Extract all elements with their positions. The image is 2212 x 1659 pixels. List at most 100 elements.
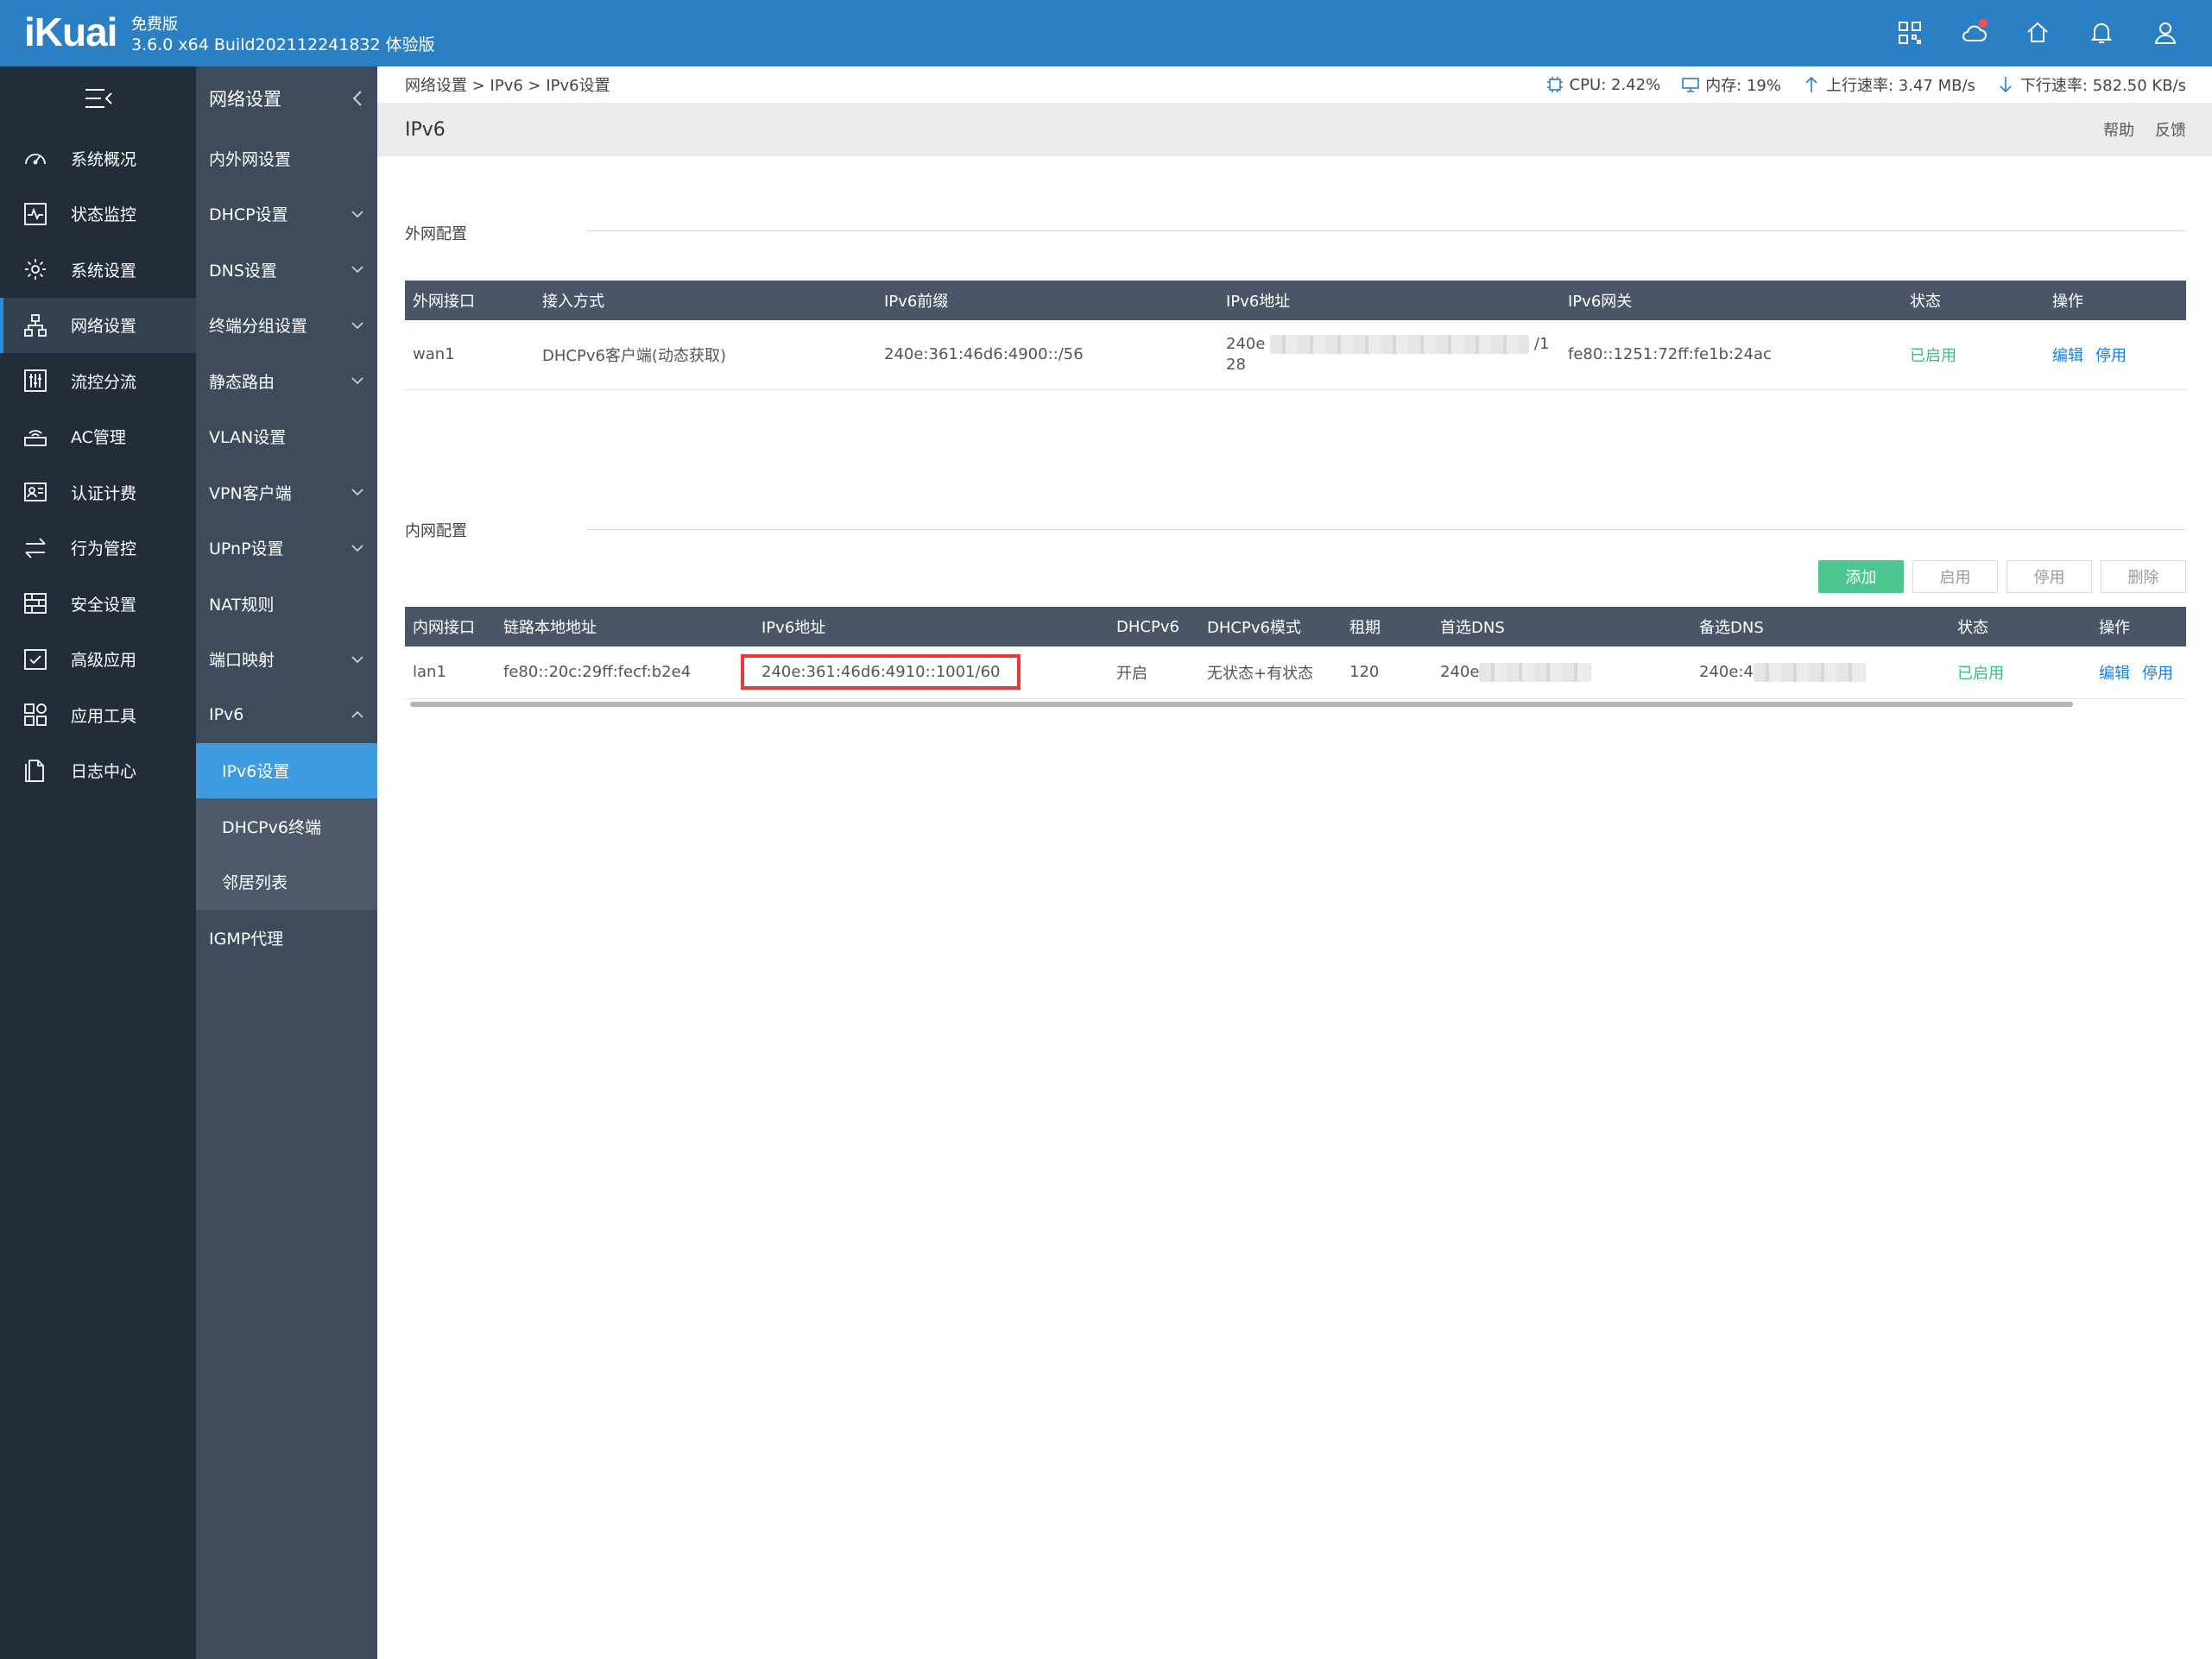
lan-col-dhcpv6: DHCPv6 xyxy=(1116,617,1179,636)
wan-addr-cell: 240e /1 28 xyxy=(1218,320,1560,390)
cpu-stat: CPU: 2.42% xyxy=(1545,75,1660,94)
lan-dns1-cell: 240e xyxy=(1432,647,1691,699)
feedback-link[interactable]: 反馈 xyxy=(2155,118,2186,141)
subnav-item-6[interactable]: VPN客户端 xyxy=(196,464,377,520)
lan-iface-cell: lan1 xyxy=(405,647,496,699)
leftnav-item-2[interactable]: 系统设置 xyxy=(0,242,196,298)
leftnav-item-6[interactable]: 认证计费 xyxy=(0,464,196,520)
subnav-child-0[interactable]: IPv6设置 xyxy=(196,742,377,798)
leftnav-item-3[interactable]: 网络设置 xyxy=(0,297,196,353)
wan-section-divider xyxy=(586,230,2186,231)
cloud-icon[interactable] xyxy=(1958,16,1989,50)
wan-col-iface: 外网接口 xyxy=(413,293,475,311)
leftnav-item-8[interactable]: 安全设置 xyxy=(0,576,196,632)
subnav-item-0[interactable]: 内外网设置 xyxy=(196,130,377,186)
add-button[interactable]: 添加 xyxy=(1818,560,1904,593)
lan-dhcpv6-cell: 开启 xyxy=(1109,647,1199,699)
subnav-item-3[interactable]: 终端分组设置 xyxy=(196,298,377,354)
subnav-child-1[interactable]: DHCPv6终端 xyxy=(196,798,377,855)
arrow-down-icon xyxy=(2000,77,2012,93)
home-icon[interactable] xyxy=(2022,16,2053,50)
disable-link[interactable]: 停用 xyxy=(2095,347,2127,365)
wan-gateway-cell: fe80::1251:72ff:fe1b:24ac xyxy=(1560,320,1902,390)
lan-col-link-local: 链路本地地址 xyxy=(503,619,597,637)
lan-col-addr: IPv6地址 xyxy=(762,619,826,637)
chevron-down-icon xyxy=(350,484,365,500)
leftnav-item-label: 网络设置 xyxy=(71,317,137,337)
subnav-item-label: IGMP代理 xyxy=(209,929,284,949)
chevron-down-icon xyxy=(350,206,365,222)
memory-stat: 内存: 19% xyxy=(1681,73,1781,96)
checkbox-icon xyxy=(22,647,48,672)
leftnav-item-label: 流控分流 xyxy=(71,372,137,392)
leftnav-item-label: 认证计费 xyxy=(71,483,137,503)
subnav-item-7[interactable]: UPnP设置 xyxy=(196,520,377,577)
edit-link[interactable]: 编辑 xyxy=(2099,665,2130,683)
tools-grid-icon xyxy=(22,702,48,728)
left-navigation: 系统概况 状态监控 系统设置网络设置流控分流 AC管理认证计费行为管控安全设置高级应用… xyxy=(0,66,196,1659)
subnav-item-label: NAT规则 xyxy=(209,595,275,615)
leftnav-item-1[interactable]: 状态监控 xyxy=(0,186,196,243)
subnav-child-2[interactable]: 邻居列表 xyxy=(196,854,377,910)
subnav-item-after-0[interactable]: IGMP代理 xyxy=(196,910,377,966)
leftnav-item-label: 日志中心 xyxy=(71,762,137,782)
bell-icon[interactable] xyxy=(2086,16,2117,50)
lan-table-header: 内网接口 链路本地地址 IPv6地址 DHCPv6 DHCPv6模式 租期 首选… xyxy=(405,607,2186,647)
leftnav-item-11[interactable]: 日志中心 xyxy=(0,743,196,799)
leftnav-item-9[interactable]: 高级应用 xyxy=(0,632,196,688)
leftnav-item-10[interactable]: 应用工具 xyxy=(0,687,196,743)
wan-status-cell: 已启用 xyxy=(1902,320,2045,390)
subnav-item-8[interactable]: NAT规则 xyxy=(196,576,377,632)
subnav-item-label: 静态路由 xyxy=(209,372,275,392)
user-icon[interactable] xyxy=(2150,16,2181,50)
highlighted-ipv6-address: 240e:361:46d6:4910::1001/60 xyxy=(740,654,1021,691)
ikuai-logo[interactable]: iKuai xyxy=(24,7,117,57)
leftnav-item-label: 应用工具 xyxy=(71,706,137,726)
subnav-item-2[interactable]: DNS设置 xyxy=(196,242,377,298)
redacted-blur xyxy=(1270,334,1530,354)
apps-grid-icon[interactable] xyxy=(1894,16,1925,50)
delete-button[interactable]: 删除 xyxy=(2101,560,2186,593)
chevron-left-icon[interactable] xyxy=(351,90,363,107)
table-row: lan1 fe80::20c:29ff:fecf:b2e4 240e:361:4… xyxy=(405,647,2186,699)
page-title-bar: IPv6 帮助 反馈 xyxy=(377,103,2212,156)
disable-link[interactable]: 停用 xyxy=(2142,665,2173,683)
lan-toolbar: 添加 启用 停用 删除 xyxy=(1818,560,2186,593)
wan-table: 外网接口 接入方式 IPv6前缀 IPv6地址 IPv6网关 状态 操作 wan… xyxy=(405,281,2186,390)
subnav-item-10[interactable]: IPv6 xyxy=(196,687,377,743)
subnav-item-label: IPv6 xyxy=(209,705,244,725)
leftnav-item-label: 安全设置 xyxy=(71,595,137,615)
leftnav-item-0[interactable]: 系统概况 xyxy=(0,130,196,186)
document-icon xyxy=(22,758,48,784)
wifi-router-icon xyxy=(22,424,48,450)
subnav-item-label: VPN客户端 xyxy=(209,483,292,503)
subnav-title: 网络设置 xyxy=(209,89,281,110)
system-stats: CPU: 2.42% 内存: 19% 上行速率: 3.47 MB/s 下行速率:… xyxy=(1545,73,2186,96)
table-row: wan1 DHCPv6客户端(动态获取) 240e:361:46d6:4900:… xyxy=(405,320,2186,390)
wan-col-status: 状态 xyxy=(1910,293,1941,311)
help-link[interactable]: 帮助 xyxy=(2103,118,2134,141)
wan-table-header: 外网接口 接入方式 IPv6前缀 IPv6地址 IPv6网关 状态 操作 xyxy=(405,281,2186,320)
subnav-header[interactable]: 网络设置 xyxy=(196,66,377,130)
leftnav-item-5[interactable]: AC管理 xyxy=(0,409,196,465)
subnav-item-5[interactable]: VLAN设置 xyxy=(196,409,377,465)
lan-table: 内网接口 链路本地地址 IPv6地址 DHCPv6 DHCPv6模式 租期 首选… xyxy=(405,607,2186,699)
wan-prefix-cell: 240e:361:46d6:4900::/56 xyxy=(876,320,1218,390)
leftnav-item-7[interactable]: 行为管控 xyxy=(0,520,196,577)
subnav-item-4[interactable]: 静态路由 xyxy=(196,353,377,409)
enable-button[interactable]: 启用 xyxy=(1912,560,1998,593)
leftnav-item-4[interactable]: 流控分流 xyxy=(0,353,196,409)
redacted-blur xyxy=(1753,662,1866,682)
sub-navigation: 网络设置 内外网设置 DHCP设置 DNS设置终端分组设置静态路由 VLAN设置 VPN… xyxy=(196,66,377,1659)
subnav-item-9[interactable]: 端口映射 xyxy=(196,632,377,688)
leftnav-item-label: 高级应用 xyxy=(71,651,137,671)
subnav-item-1[interactable]: DHCP设置 xyxy=(196,186,377,243)
edit-link[interactable]: 编辑 xyxy=(2052,347,2083,365)
lan-col-dns2: 备选DNS xyxy=(1699,619,1764,637)
wan-iface-cell: wan1 xyxy=(405,320,534,390)
disable-button[interactable]: 停用 xyxy=(2007,560,2092,593)
horizontal-scrollbar[interactable] xyxy=(410,702,2073,707)
wan-actions-cell: 编辑 停用 xyxy=(2045,320,2186,390)
menu-collapse-icon[interactable] xyxy=(0,66,196,130)
subnav-item-label: DNS设置 xyxy=(209,261,277,281)
